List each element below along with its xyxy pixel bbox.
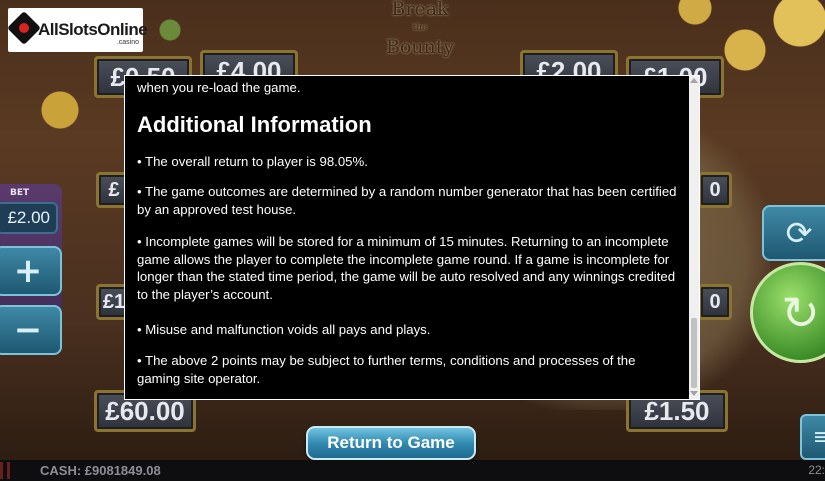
info-bullet: • The game outcomes are determined by a … xyxy=(137,184,677,217)
bet-label: BET xyxy=(10,188,30,198)
menu-button[interactable]: ≡ xyxy=(800,414,825,460)
bet-increase-button[interactable]: + xyxy=(0,246,62,296)
clock: 22: xyxy=(808,463,825,477)
site-logo: AllSlotsOnline .casino xyxy=(7,8,148,52)
refresh-icon: ⟳ xyxy=(785,214,813,252)
plus-icon: + xyxy=(13,251,43,291)
game-title-logo: Break the Bounty xyxy=(385,0,455,58)
cash-balance: CASH: £9081849.08 xyxy=(40,463,161,478)
info-bullet: • The above 2 points may be subject to f… xyxy=(137,353,636,386)
info-bullet: • Misuse and malfunction voids all pays … xyxy=(137,322,431,337)
autoplay-button[interactable]: ⟳ xyxy=(762,205,825,261)
info-bullet: • The overall return to player is 98.05%… xyxy=(137,154,368,169)
prize-tile: 0 xyxy=(698,284,732,320)
info-scrollbar[interactable] xyxy=(689,76,699,399)
minus-icon: − xyxy=(13,310,43,350)
bet-decrease-button[interactable]: − xyxy=(0,305,62,355)
home-icon[interactable] xyxy=(0,462,10,479)
scroll-thumb[interactable] xyxy=(691,318,697,388)
info-bullet: • Incomplete games will be stored for a … xyxy=(137,234,676,302)
spin-arrow-icon: ↻ xyxy=(781,285,820,340)
bet-value: £2.00 xyxy=(0,202,58,234)
scroll-up-arrow-icon[interactable] xyxy=(690,78,698,83)
prize-tile: 0 xyxy=(698,172,732,208)
menu-icon: ≡ xyxy=(812,424,825,450)
scroll-down-arrow-icon[interactable] xyxy=(690,391,698,396)
return-to-game-button[interactable]: Return to Game xyxy=(306,426,476,460)
info-text: when you re-load the game. xyxy=(137,80,301,95)
game-info-dialog: when you re-load the game. Additional In… xyxy=(124,75,700,400)
poker-chip-icon xyxy=(7,11,41,45)
info-heading: Additional Information xyxy=(137,112,372,137)
